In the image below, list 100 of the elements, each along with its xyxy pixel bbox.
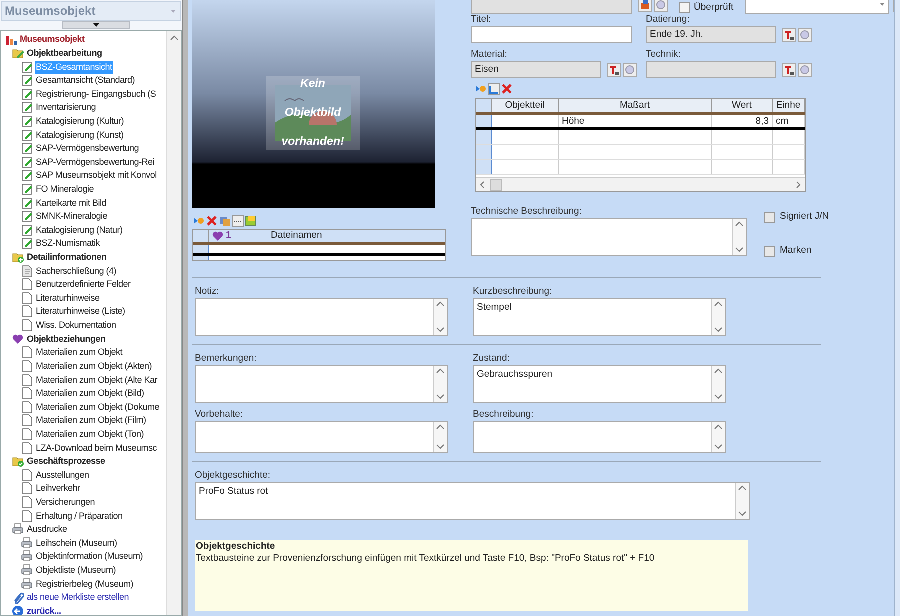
tree-item[interactable]: als neue Merkliste erstellen bbox=[26, 591, 130, 604]
column-header[interactable]: Wert bbox=[712, 99, 773, 112]
chevron-down-icon bbox=[714, 444, 723, 450]
edit-form-icon bbox=[21, 60, 33, 74]
scrollbar[interactable] bbox=[166, 31, 181, 615]
tree-item[interactable]: Karteikarte mit Bild bbox=[35, 196, 108, 210]
tree-item[interactable]: Objektbearbeitung bbox=[26, 46, 104, 60]
scrollbar[interactable] bbox=[735, 483, 749, 519]
tree-item[interactable]: Geschäftsprozesse bbox=[26, 455, 106, 468]
scrollbar[interactable] bbox=[433, 366, 447, 402]
tree-item[interactable]: Materialien zum Objekt (Ton) bbox=[35, 428, 146, 441]
text-area[interactable]: ProFo Status rot bbox=[195, 482, 750, 520]
lookup-icon[interactable] bbox=[654, 0, 668, 12]
page-icon bbox=[21, 414, 33, 428]
tree-item[interactable]: Benutzerdefinierte Felder bbox=[35, 278, 132, 292]
tree-item[interactable]: Materialien zum Objekt (Alte Kar bbox=[35, 374, 159, 387]
text-module-icon[interactable] bbox=[782, 62, 796, 76]
scrollbar[interactable] bbox=[711, 366, 725, 402]
tree-item[interactable]: Inventarisierung bbox=[35, 101, 98, 114]
tree-item[interactable]: Gesamtansicht (Standard) bbox=[35, 74, 136, 88]
text-area[interactable] bbox=[473, 421, 726, 453]
column-header[interactable]: Einhe bbox=[773, 99, 805, 112]
chevron-up-icon bbox=[170, 35, 178, 41]
tree-item[interactable]: SAP-Vermögensbewertung-Rei bbox=[35, 156, 156, 169]
page-icon bbox=[21, 278, 33, 292]
tree-item[interactable]: LZA-Download beim Museumsc bbox=[35, 442, 158, 455]
dropdown-field[interactable] bbox=[744, 0, 889, 14]
caret-icon bbox=[170, 8, 177, 14]
empty-table-row[interactable] bbox=[476, 145, 805, 160]
scrollbar[interactable] bbox=[433, 299, 447, 335]
tree-item[interactable]: SAP-Vermögensbewertung bbox=[35, 142, 140, 156]
scrollbar[interactable] bbox=[476, 177, 805, 191]
tree-item[interactable]: Katalogisierung (Kunst) bbox=[35, 128, 125, 142]
lookup-field[interactable] bbox=[646, 61, 776, 78]
checkbox[interactable] bbox=[764, 246, 775, 257]
empty-table-row[interactable] bbox=[476, 130, 805, 145]
text-area[interactable]: Gebrauchsspuren bbox=[473, 365, 726, 403]
tree-item[interactable]: Materialien zum Objekt (Dokume bbox=[35, 400, 161, 414]
tree-item[interactable]: Leihschein (Museum) bbox=[35, 536, 118, 550]
tree-item[interactable]: Materialien zum Objekt (Bild) bbox=[35, 387, 146, 400]
tree-item[interactable]: Ausstellungen bbox=[35, 468, 90, 482]
tree-item[interactable]: Literaturhinweise bbox=[35, 292, 101, 305]
tree-item[interactable]: Materialien zum Objekt bbox=[35, 346, 124, 360]
add-icon[interactable] bbox=[475, 83, 487, 95]
delete-icon[interactable] bbox=[501, 83, 513, 95]
checkbox-label: Überprüft bbox=[694, 2, 734, 13]
tree-item[interactable]: Museumsobjekt bbox=[19, 33, 86, 46]
tree-item[interactable]: Literaturhinweise (Liste) bbox=[35, 305, 126, 318]
checkbox[interactable] bbox=[679, 2, 690, 13]
column-header[interactable]: Dateinamen bbox=[269, 230, 445, 242]
scrollbar[interactable] bbox=[711, 299, 725, 335]
tree-item[interactable]: FO Mineralogie bbox=[35, 183, 96, 196]
text-area[interactable] bbox=[195, 298, 448, 336]
input-field[interactable] bbox=[471, 26, 632, 43]
tree-item[interactable]: Katalogisierung (Natur) bbox=[35, 224, 124, 237]
tree-item[interactable]: Katalogisierung (Kultur) bbox=[35, 114, 126, 128]
scrollbar[interactable] bbox=[433, 422, 447, 452]
lookup-field[interactable]: Ende 19. Jh. bbox=[646, 26, 776, 43]
tree-item[interactable]: Sacherschließung (4) bbox=[35, 264, 118, 278]
tree-item[interactable]: Materialien zum Objekt (Film) bbox=[35, 414, 148, 428]
text-area[interactable] bbox=[195, 365, 448, 403]
page-icon bbox=[21, 468, 33, 482]
text-area[interactable] bbox=[471, 218, 747, 256]
text-module-icon[interactable] bbox=[607, 62, 621, 76]
lookup-field[interactable]: Eisen bbox=[471, 61, 601, 78]
chevron-up-icon bbox=[714, 301, 723, 307]
tree-item[interactable]: Objektbeziehungen bbox=[26, 332, 107, 346]
edit-form-icon bbox=[21, 196, 33, 210]
column-header[interactable]: 1 bbox=[209, 230, 269, 242]
collapse-toggle[interactable] bbox=[62, 21, 130, 29]
empty-table-row[interactable] bbox=[476, 160, 805, 175]
tree-item[interactable]: Detailinformationen bbox=[26, 251, 108, 264]
tree-item[interactable]: Materialien zum Objekt (Akten) bbox=[35, 360, 154, 373]
checkbox[interactable] bbox=[764, 212, 775, 223]
text-area[interactable]: Stempel bbox=[473, 298, 726, 336]
tree-item[interactable]: SMNK-Mineralogie bbox=[35, 210, 109, 224]
tree-item[interactable]: BSZ-Numismatik bbox=[35, 237, 102, 250]
tree-item[interactable]: Ausdrucke bbox=[26, 523, 68, 536]
edit-form-icon bbox=[21, 169, 33, 182]
tree-item[interactable]: Erhaltung / Präparation bbox=[35, 510, 124, 523]
table-row[interactable] bbox=[193, 245, 445, 256]
tree-item[interactable]: Wiss. Dokumentation bbox=[35, 319, 118, 332]
tree-item[interactable]: zurück... bbox=[26, 604, 62, 615]
tree-item[interactable]: Versicherungen bbox=[35, 496, 96, 510]
column-header[interactable]: Maßart bbox=[559, 99, 712, 112]
scrollbar[interactable] bbox=[732, 219, 746, 255]
scrollbar[interactable] bbox=[711, 422, 725, 452]
page-icon bbox=[21, 292, 33, 305]
folder-icon bbox=[245, 215, 257, 227]
tree-item[interactable]: Objektinformation (Museum) bbox=[35, 550, 144, 564]
tree-item[interactable]: Registrierbeleg (Museum) bbox=[35, 578, 135, 591]
tree-item[interactable]: SAP Museumsobjekt mit Konvol bbox=[35, 169, 158, 182]
tree-item[interactable]: Objektliste (Museum) bbox=[35, 564, 118, 578]
folder-pencil-icon bbox=[12, 46, 24, 60]
text-module-icon[interactable] bbox=[782, 28, 796, 42]
text-area[interactable] bbox=[195, 421, 448, 453]
tree-item[interactable]: Registrierung- Eingangsbuch (S bbox=[35, 88, 158, 101]
column-header[interactable]: Objektteil bbox=[492, 99, 559, 112]
tree-item[interactable]: Leihverkehr bbox=[35, 482, 82, 496]
scroll-thumb[interactable] bbox=[490, 178, 502, 190]
